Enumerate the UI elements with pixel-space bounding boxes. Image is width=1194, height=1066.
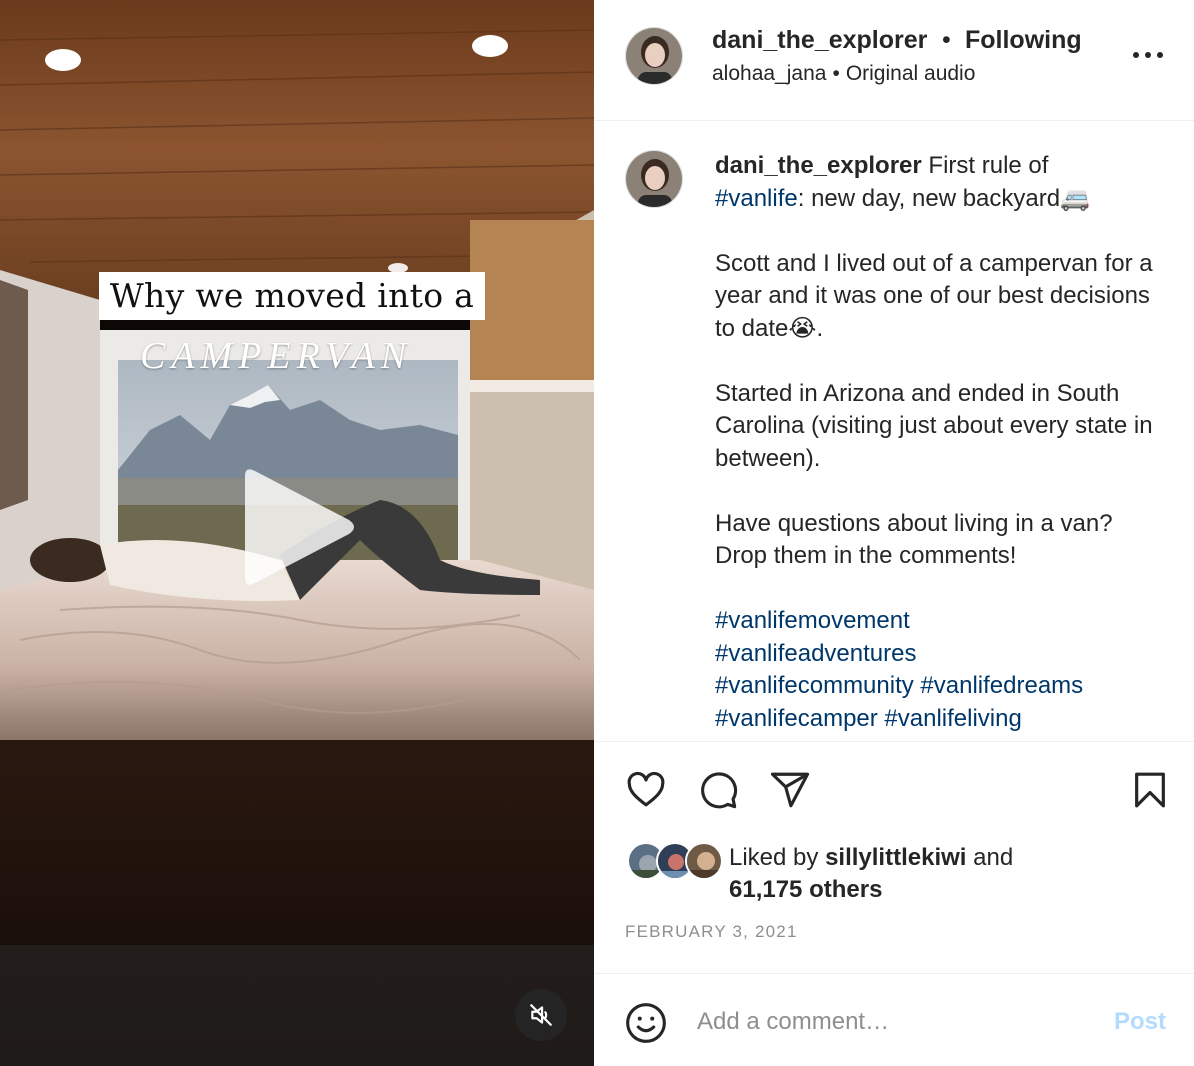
video-overlay-subtitle: CAMPERVAN [140,335,413,377]
likes-summary: Liked by sillylittlekiwi and 61,175 other… [729,842,1013,906]
share-icon [770,772,810,808]
liker-username[interactable]: sillylittlekiwi [825,844,966,871]
comment-button[interactable] [695,767,741,813]
original-audio-link[interactable]: Original audio [846,62,976,85]
avatar-image [626,28,682,84]
emoji-button[interactable] [624,1001,668,1045]
hashtag-link[interactable]: #vanlifecamper [715,705,878,732]
caption-text-start: First rule of [928,152,1049,179]
hashtag-list: #vanlifemovement #vanlifeadventures #van… [715,605,1165,735]
more-icon [1133,52,1163,58]
comment-input[interactable] [697,1004,1097,1040]
play-button[interactable] [235,462,365,592]
caption-paragraph: Started in Arizona and ended in South Ca… [715,379,1153,472]
hashtag-link[interactable]: #vanlifemovement [715,607,910,634]
header-separator: • [942,26,951,54]
post-actions: Liked by sillylittlekiwi and 61,175 other… [594,741,1194,973]
heart-icon [627,771,665,807]
audio-separator: • [832,62,840,85]
save-button[interactable] [1127,767,1173,813]
likes-count[interactable]: 61,175 others [729,876,882,903]
more-options-button[interactable] [1128,40,1168,70]
hashtag-link[interactable]: #vanlifeliving [884,705,1021,732]
likes-prefix: Liked by [729,844,819,871]
likes-conjunction: and [973,844,1014,871]
video-overlay-title: Why we moved into a [109,276,475,315]
hashtag-link[interactable]: #vanlifeadventures [715,640,916,667]
reel-video[interactable]: Why we moved into a CAMPERVAN [0,0,594,1066]
hashtag-link[interactable]: #vanlifecommunity [715,672,914,699]
caption-paragraph: Scott and I lived out of a campervan for… [715,249,1153,342]
emoji-icon [626,1003,666,1043]
avatar[interactable] [625,27,683,85]
liker-avatars[interactable] [627,842,723,882]
post-caption: dani_the_explorer First rule of #vanlife:… [715,150,1165,741]
hashtag-link[interactable]: #vanlifedreams [920,672,1083,699]
post-date[interactable]: FEBRUARY 3, 2021 [625,922,798,942]
following-button[interactable]: Following [965,26,1082,55]
audio-user-link[interactable]: alohaa_jana [712,62,826,85]
caption-avatar[interactable] [625,150,683,208]
comment-icon [701,772,738,809]
post-header: dani_the_explorer • Following alohaa_jan… [594,0,1194,121]
post-details-panel: dani_the_explorer • Following alohaa_jan… [594,0,1194,1066]
like-button[interactable] [623,767,669,813]
liker-avatar [685,842,723,880]
caption-username[interactable]: dani_the_explorer [715,152,922,179]
play-icon [245,469,354,585]
mute-icon [530,1004,552,1026]
share-button[interactable] [767,767,813,813]
caption-section: dani_the_explorer First rule of #vanlife:… [594,121,1194,741]
caption-text-end: : new day, new backyard🚐 [797,184,1090,212]
mute-button[interactable] [515,989,567,1041]
hashtag-link[interactable]: #vanlife [715,185,798,212]
caption-paragraph: Have questions about living in a van? Dr… [715,509,1113,570]
bookmark-icon [1135,772,1165,808]
add-comment-bar: Post [594,973,1194,1066]
post-comment-button[interactable]: Post [1114,1008,1166,1036]
audio-attribution: alohaa_jana • Original audio [712,62,975,86]
avatar-image [626,151,682,207]
post-author-username[interactable]: dani_the_explorer [712,26,927,55]
